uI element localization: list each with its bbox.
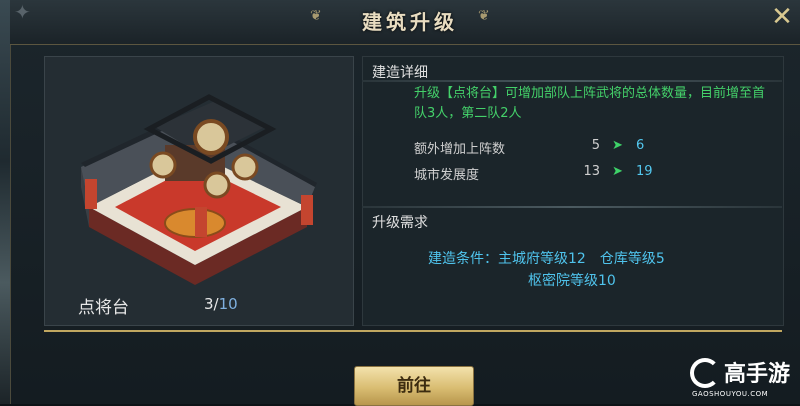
stat-to-troop-slots: 6 bbox=[636, 138, 645, 153]
upgrade-description: 升级【点将台】可增加部队上阵武将的总体数量，目前增至首队3人，第二队2人 bbox=[414, 86, 766, 121]
level-max: 10 bbox=[218, 295, 238, 313]
details-divider bbox=[362, 80, 782, 82]
requirements-heading: 升级需求 bbox=[372, 215, 428, 231]
title-ornament-right-icon: ❦ bbox=[478, 8, 490, 24]
watermark: 高手游 GAOSHOUYOU.COM bbox=[690, 356, 798, 402]
corner-ornament-icon: ✦ bbox=[14, 0, 31, 24]
building-name: 点将台 bbox=[78, 298, 129, 318]
panel-title: 建筑升级 bbox=[362, 10, 458, 34]
stat-from-troop-slots: 5 bbox=[591, 138, 600, 153]
stat-label-troop-slots: 额外增加上阵数 bbox=[414, 142, 506, 157]
arrow-right-icon: ➤ bbox=[612, 138, 623, 153]
arrow-right-icon: ➤ bbox=[612, 164, 623, 179]
stat-label-city-development: 城市发展度 bbox=[414, 168, 480, 183]
close-button[interactable]: ✕ bbox=[764, 0, 800, 36]
close-icon[interactable]: ✕ bbox=[771, 2, 793, 32]
level-current: 3 bbox=[204, 295, 214, 313]
details-heading: 建造详细 bbox=[372, 65, 428, 81]
gold-divider bbox=[44, 330, 782, 332]
stat-from-city-development: 13 bbox=[583, 164, 600, 179]
requirement-line-1: 建造条件：主城府等级12 仓库等级5 bbox=[428, 251, 665, 267]
watermark-domain: GAOSHOUYOU.COM bbox=[692, 390, 769, 398]
stat-to-city-development: 19 bbox=[636, 164, 653, 179]
building-card bbox=[44, 56, 354, 326]
watermark-brand: 高手游 bbox=[724, 362, 791, 387]
section-divider bbox=[362, 206, 782, 208]
brand-logo-icon bbox=[690, 358, 720, 388]
building-level: 3/10 bbox=[204, 295, 238, 313]
go-button[interactable]: 前往 bbox=[354, 366, 474, 406]
building-illustration bbox=[81, 94, 317, 285]
requirement-line-2: 枢密院等级10 bbox=[528, 273, 616, 289]
